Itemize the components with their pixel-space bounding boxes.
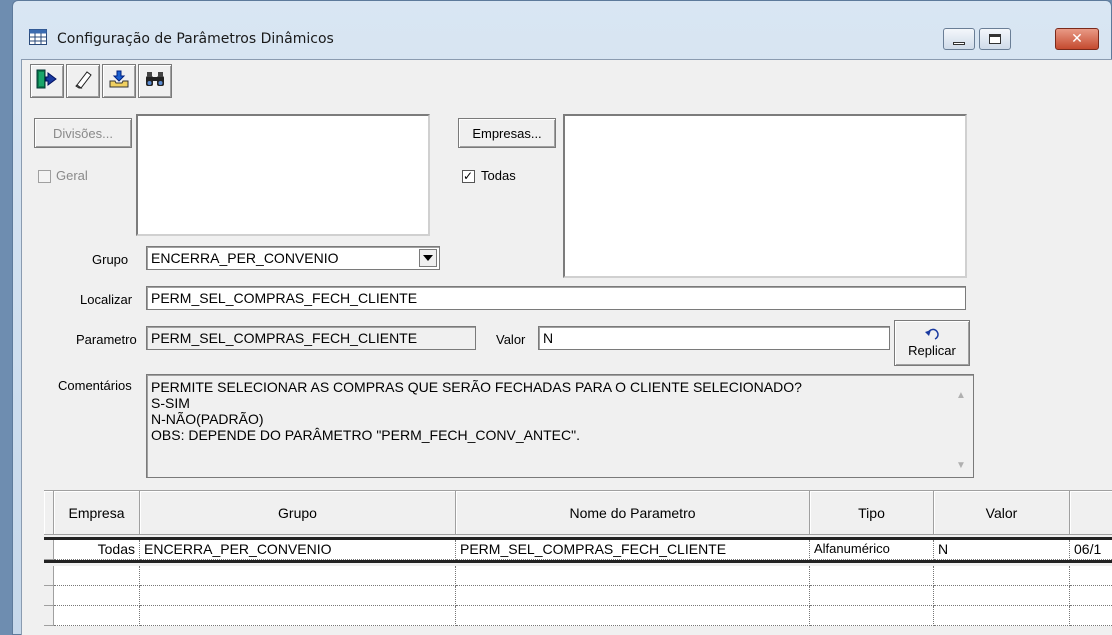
empty-cell[interactable] [54, 566, 140, 586]
parameters-grid: Empresa Grupo Nome do Parametro Tipo Val… [44, 490, 1112, 635]
table-row[interactable] [44, 566, 1112, 586]
empty-cell[interactable] [140, 586, 456, 606]
empty-cell[interactable] [810, 586, 934, 606]
cell-valor[interactable]: N [934, 540, 1070, 560]
empty-cell[interactable] [140, 606, 456, 626]
empty-cell[interactable] [810, 566, 934, 586]
localizar-label: Localizar [80, 292, 133, 307]
empty-cell[interactable] [1070, 606, 1112, 626]
eraser-icon [73, 69, 93, 93]
maximize-icon [989, 34, 1001, 44]
valor-value: N [543, 330, 554, 346]
parametro-value: PERM_SEL_COMPRAS_FECH_CLIENTE [151, 330, 418, 346]
cell-nome-parametro[interactable]: PERM_SEL_COMPRAS_FECH_CLIENTE [456, 540, 810, 560]
grid-header: Empresa Grupo Nome do Parametro Tipo Val… [44, 491, 1112, 535]
table-row[interactable] [44, 586, 1112, 606]
memo-scrollbar[interactable]: ▲ ▼ [952, 378, 970, 474]
exit-button[interactable] [30, 64, 64, 98]
comentarios-label: Comentários [58, 378, 132, 393]
table-row[interactable] [44, 606, 1112, 626]
column-header-extra[interactable] [1070, 491, 1112, 535]
empty-cell[interactable] [456, 606, 810, 626]
empty-cell[interactable] [810, 606, 934, 626]
binoculars-icon [144, 70, 166, 92]
scroll-down-icon[interactable]: ▼ [952, 458, 970, 474]
comentario-line: OBS: DEPENDE DO PARÂMETRO "PERM_FECH_CON… [151, 427, 580, 443]
table-row[interactable]: Todas ENCERRA_PER_CONVENIO PERM_SEL_COMP… [44, 537, 1112, 563]
search-button[interactable] [138, 64, 172, 98]
cell-empresa[interactable]: Todas [54, 540, 140, 560]
todas-checkbox[interactable]: ✓ [462, 169, 475, 183]
checkmark-icon: ✓ [463, 169, 474, 183]
column-header-empresa[interactable]: Empresa [54, 491, 140, 535]
empty-cell[interactable] [456, 566, 810, 586]
cell-tipo[interactable]: Alfanumérico [810, 540, 934, 560]
chevron-down-icon[interactable] [419, 249, 437, 267]
maximize-button[interactable] [979, 28, 1011, 50]
empty-cell[interactable] [1070, 586, 1112, 606]
replicar-label: Replicar [908, 343, 956, 358]
grid-indicator-header [44, 491, 54, 535]
empty-cell[interactable] [934, 606, 1070, 626]
empty-cell[interactable] [54, 586, 140, 606]
column-header-valor[interactable]: Valor [934, 491, 1070, 535]
cell-grupo[interactable]: ENCERRA_PER_CONVENIO [140, 540, 456, 560]
empty-cell[interactable] [54, 606, 140, 626]
valor-label: Valor [496, 332, 526, 347]
window-title: Configuração de Parâmetros Dinâmicos [57, 31, 334, 47]
comentario-line: S-SIM [151, 395, 190, 411]
minimize-button[interactable] [943, 28, 975, 50]
empty-cell[interactable] [140, 566, 456, 586]
comentario-line: N-NÃO(PADRÃO) [151, 411, 264, 427]
column-header-grupo[interactable]: Grupo [140, 491, 456, 535]
close-button[interactable]: ✕ [1055, 28, 1099, 50]
minimize-icon [953, 41, 965, 45]
geral-label: Geral [56, 168, 88, 183]
clear-button[interactable] [66, 64, 100, 98]
empty-cell[interactable] [456, 586, 810, 606]
column-header-nome-parametro[interactable]: Nome do Parametro [456, 491, 810, 535]
localizar-input[interactable]: PERM_SEL_COMPRAS_FECH_CLIENTE [146, 286, 966, 310]
app-window: Configuração de Parâmetros Dinâmicos ✕ D… [12, 0, 1112, 635]
empty-cell[interactable] [934, 586, 1070, 606]
comentarios-memo[interactable]: PERMITE SELECIONAR AS COMPRAS QUE SERÃO … [146, 374, 974, 478]
cell-extra[interactable]: 06/1 [1070, 540, 1112, 560]
geral-checkbox[interactable] [38, 170, 51, 183]
row-indicator[interactable] [44, 566, 54, 586]
save-tray-icon [108, 69, 130, 93]
todas-label: Todas [481, 168, 516, 183]
undo-arrow-icon [925, 328, 939, 343]
row-indicator[interactable] [44, 586, 54, 606]
localizar-value: PERM_SEL_COMPRAS_FECH_CLIENTE [151, 290, 418, 306]
empresas-button[interactable]: Empresas... [458, 118, 556, 148]
divisoes-listbox[interactable] [136, 114, 430, 236]
comentario-line: PERMITE SELECIONAR AS COMPRAS QUE SERÃO … [151, 379, 802, 395]
empty-cell[interactable] [1070, 566, 1112, 586]
empresas-listbox[interactable] [563, 114, 967, 278]
row-indicator[interactable] [44, 606, 54, 626]
grupo-combobox[interactable]: ENCERRA_PER_CONVENIO [146, 246, 440, 270]
form-client-area: Divisões... Geral Empresas... ✓ Todas Gr… [21, 59, 1112, 635]
column-header-tipo[interactable]: Tipo [810, 491, 934, 535]
table-app-icon [29, 29, 47, 45]
row-indicator[interactable] [44, 540, 54, 560]
replicar-button[interactable]: Replicar [894, 320, 970, 366]
close-icon: ✕ [1071, 31, 1083, 47]
grupo-label: Grupo [92, 252, 129, 267]
empty-cell[interactable] [934, 566, 1070, 586]
parametro-field: PERM_SEL_COMPRAS_FECH_CLIENTE [146, 326, 476, 350]
save-button[interactable] [102, 64, 136, 98]
grupo-value: ENCERRA_PER_CONVENIO [151, 250, 339, 266]
divisoes-button[interactable]: Divisões... [34, 118, 132, 148]
toolbar [30, 64, 172, 98]
parametro-label: Parametro [76, 332, 137, 347]
exit-door-icon [36, 69, 58, 93]
valor-input[interactable]: N [538, 326, 890, 350]
scroll-up-icon[interactable]: ▲ [952, 388, 970, 404]
